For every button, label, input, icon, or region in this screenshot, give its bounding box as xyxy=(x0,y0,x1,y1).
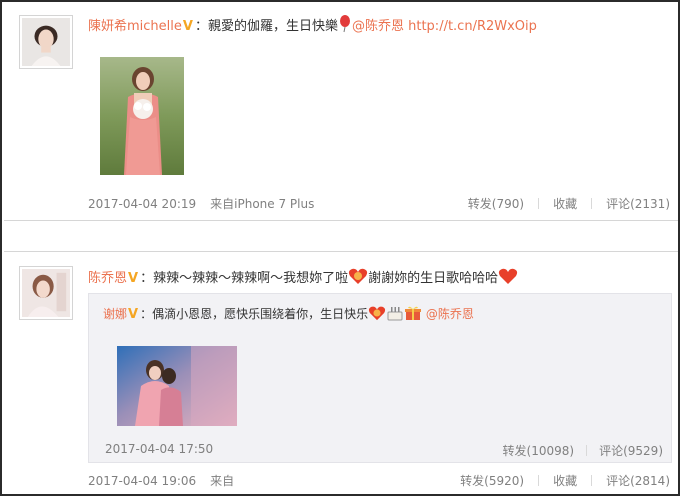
retweet-body-text: ：偶滴小恩恩，愿快乐围绕着你，生日快乐 xyxy=(140,307,369,321)
mention-link[interactable]: @陈乔恩 xyxy=(352,19,404,34)
retweet-repost-button[interactable]: 转发(10098) xyxy=(503,444,575,458)
post-photo[interactable] xyxy=(100,57,184,175)
divider xyxy=(538,198,540,209)
repost-button[interactable]: 转发(790) xyxy=(468,197,524,211)
post-separator xyxy=(4,220,678,252)
post-time-link[interactable]: 2017-04-04 20:19 xyxy=(88,197,196,211)
divider xyxy=(586,445,588,456)
heart-emoji-icon xyxy=(348,268,368,284)
balloon-emoji-icon xyxy=(339,15,350,33)
post-body-text: ：親愛的伽羅，生日快樂 xyxy=(194,19,338,34)
divider xyxy=(591,475,593,486)
photo-image xyxy=(100,57,184,175)
username-link[interactable]: 陈乔恩 xyxy=(88,271,127,286)
post-source[interactable]: 来自 xyxy=(210,474,234,488)
url-link[interactable]: http://t.cn/R2WxOip xyxy=(408,19,537,34)
username-link[interactable]: 陳妍希michelle xyxy=(88,19,182,34)
retweet-username-link[interactable]: 谢娜 xyxy=(103,307,127,321)
post-source[interactable]: 来自iPhone 7 Plus xyxy=(210,197,314,211)
avatar-image xyxy=(22,269,70,317)
post-meta: 2017-04-04 19:06 来自 xyxy=(88,472,248,489)
retweet-comment-button[interactable]: 评论(9529) xyxy=(599,444,663,458)
verified-badge-icon: V xyxy=(128,271,139,286)
post-time-link[interactable]: 2017-04-04 19:06 xyxy=(88,474,196,488)
avatar-image xyxy=(22,18,70,66)
retweet-time-link[interactable]: 2017-04-04 17:50 xyxy=(105,442,213,456)
repost-button[interactable]: 转发(5920) xyxy=(460,474,524,488)
favorite-button[interactable]: 收藏 xyxy=(553,197,577,211)
retweet-text: 谢娜V ：偶滴小恩恩，愿快乐围绕着你，生日快乐 @陈乔恩 xyxy=(103,305,474,324)
divider xyxy=(591,198,593,209)
photo-image xyxy=(117,346,237,426)
comment-button[interactable]: 评论(2814) xyxy=(606,474,670,488)
comment-button[interactable]: 评论(2131) xyxy=(606,197,670,211)
retweet-actions: 转发(10098) 评论(9529) xyxy=(503,442,663,459)
verified-badge-icon: V xyxy=(128,307,139,322)
heart-emoji-icon xyxy=(498,268,518,284)
weibo-post: 陈乔恩V ：辣辣～辣辣～辣辣啊～我想妳了啦 謝謝妳的生日歌哈哈哈 谢娜V ：偶滴小恩恩… xyxy=(4,253,678,494)
retweet-box: 谢娜V ：偶滴小恩恩，愿快乐围绕着你，生日快乐 @陈乔恩 2017-04-04 … xyxy=(88,293,672,463)
gift-emoji-icon xyxy=(405,306,422,320)
weibo-screenshot-frame: 陳妍希michelleV ：親愛的伽羅，生日快樂 @陈乔恩 http://t.cn/… xyxy=(0,0,680,496)
cake-emoji-icon xyxy=(387,307,403,321)
avatar[interactable] xyxy=(19,266,73,320)
post-meta: 2017-04-04 20:19 来自iPhone 7 Plus xyxy=(88,195,328,212)
post-actions: 转发(5920) 收藏 评论(2814) xyxy=(460,472,670,489)
post-text: 陈乔恩V ：辣辣～辣辣～辣辣啊～我想妳了啦 謝謝妳的生日歌哈哈哈 xyxy=(88,267,518,289)
retweet-photo[interactable] xyxy=(117,346,237,426)
divider xyxy=(538,475,540,486)
verified-badge-icon: V xyxy=(182,19,193,34)
avatar[interactable] xyxy=(19,15,73,69)
post-actions: 转发(790) 收藏 评论(2131) xyxy=(468,195,670,212)
post-body-text-2: 謝謝妳的生日歌哈哈哈 xyxy=(368,271,499,286)
post-text: 陳妍希michelleV ：親愛的伽羅，生日快樂 @陈乔恩 http://t.cn/… xyxy=(88,15,537,37)
weibo-post: 陳妍希michelleV ：親愛的伽羅，生日快樂 @陈乔恩 http://t.cn/… xyxy=(4,4,678,220)
heart-emoji-icon xyxy=(368,306,386,321)
post-body-text: ：辣辣～辣辣～辣辣啊～我想妳了啦 xyxy=(140,271,349,286)
mention-link[interactable]: @陈乔恩 xyxy=(426,307,474,321)
favorite-button[interactable]: 收藏 xyxy=(553,474,577,488)
